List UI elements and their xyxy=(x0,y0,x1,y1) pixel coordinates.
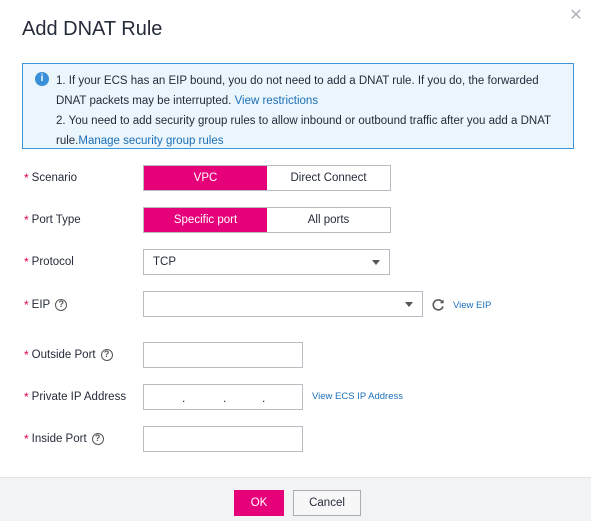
required-mark: * xyxy=(24,298,29,312)
eip-select[interactable] xyxy=(143,291,423,317)
required-mark: * xyxy=(24,432,29,446)
eip-label: * EIP ? xyxy=(24,295,68,315)
ip-separator: . xyxy=(182,391,186,405)
info-notice: i 1. If your ECS has an EIP bound, you d… xyxy=(22,63,574,149)
port-type-label: * Port Type xyxy=(24,210,81,230)
ip-separator: . xyxy=(262,391,266,405)
scenario-option-direct-connect[interactable]: Direct Connect xyxy=(267,166,390,190)
protocol-select[interactable]: TCP xyxy=(143,249,390,275)
view-restrictions-link[interactable]: View restrictions xyxy=(235,95,319,107)
ip-separator: . xyxy=(223,391,227,405)
private-ip-input[interactable]: . . . xyxy=(143,384,303,410)
scenario-label: * Scenario xyxy=(24,168,77,188)
protocol-value: TCP xyxy=(153,256,176,268)
chevron-down-icon xyxy=(372,260,380,265)
inside-port-input[interactable] xyxy=(143,426,303,452)
manage-security-group-rules-link[interactable]: Manage security group rules xyxy=(78,135,223,147)
dialog-title: Add DNAT Rule xyxy=(22,18,163,40)
port-type-option-specific[interactable]: Specific port xyxy=(144,208,267,232)
required-mark: * xyxy=(24,213,29,227)
required-mark: * xyxy=(24,348,29,362)
chevron-down-icon xyxy=(405,302,413,307)
add-dnat-rule-dialog: Add DNAT Rule ✕ i 1. If your ECS has an … xyxy=(0,0,591,521)
required-mark: * xyxy=(24,255,29,269)
view-ecs-ip-address-link[interactable]: View ECS IP Address xyxy=(312,391,403,402)
help-icon[interactable]: ? xyxy=(100,349,113,361)
close-icon[interactable]: ✕ xyxy=(568,8,584,24)
port-type-toggle: Specific port All ports xyxy=(143,207,391,233)
port-type-option-all[interactable]: All ports xyxy=(267,208,390,232)
scenario-toggle: VPC Direct Connect xyxy=(143,165,391,191)
view-eip-link[interactable]: View EIP xyxy=(453,300,491,311)
protocol-label: * Protocol xyxy=(24,252,74,272)
private-ip-label: * Private IP Address xyxy=(24,387,126,407)
notice-text: 1. If your ECS has an EIP bound, you do … xyxy=(56,71,566,151)
required-mark: * xyxy=(24,171,29,185)
scenario-option-vpc[interactable]: VPC xyxy=(144,166,267,190)
dialog-footer: OK Cancel xyxy=(0,477,591,521)
outside-port-label: * Outside Port ? xyxy=(24,345,113,365)
help-icon[interactable]: ? xyxy=(91,433,104,445)
required-mark: * xyxy=(24,390,29,404)
help-icon[interactable]: ? xyxy=(55,299,68,311)
outside-port-input[interactable] xyxy=(143,342,303,368)
inside-port-label: * Inside Port ? xyxy=(24,429,104,449)
refresh-icon[interactable] xyxy=(431,298,445,312)
ok-button[interactable]: OK xyxy=(234,490,284,516)
cancel-button[interactable]: Cancel xyxy=(293,490,361,516)
info-icon: i xyxy=(35,72,49,86)
